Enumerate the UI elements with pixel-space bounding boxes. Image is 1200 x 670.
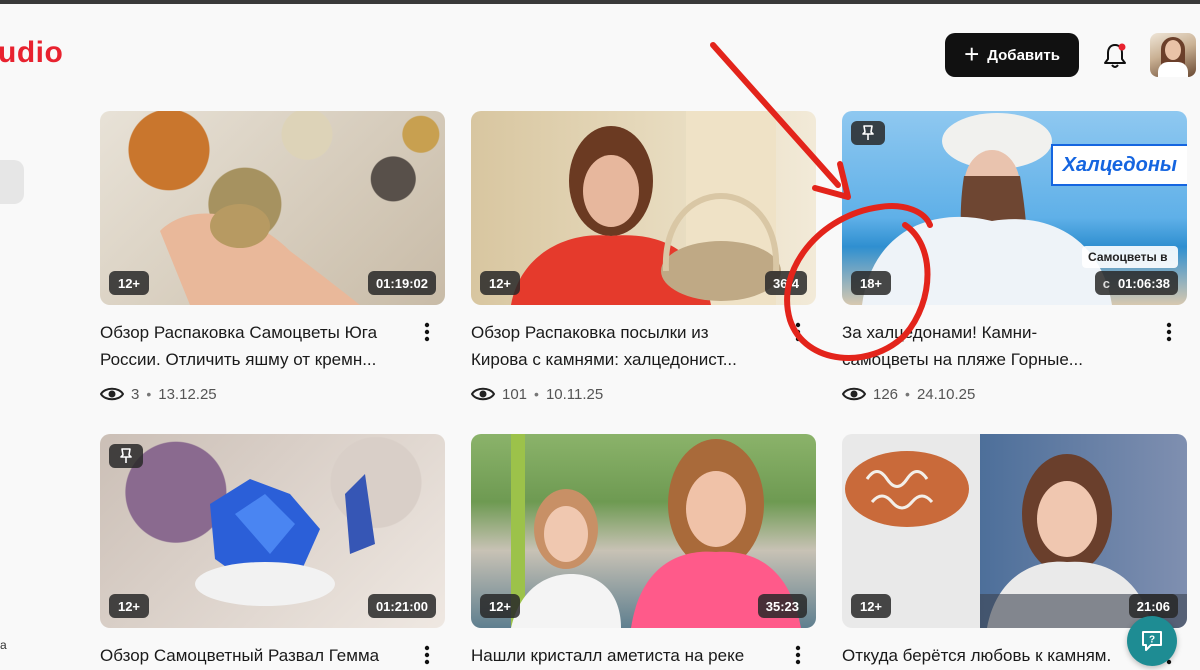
duration-badge: 01:21:00	[367, 594, 436, 618]
chat-help-icon: ?	[1142, 631, 1162, 651]
age-rating-badge: 18+	[851, 271, 891, 295]
kebab-menu-icon[interactable]	[786, 643, 810, 667]
add-button[interactable]: + Добавить	[945, 33, 1079, 77]
kebab-menu-icon[interactable]	[1157, 320, 1181, 344]
age-rating-badge: 12+	[851, 594, 891, 618]
video-title-line: Обзор Самоцветный Развал Гемма	[100, 646, 380, 665]
thumbnail-caption-small: Самоцветы в	[1082, 246, 1178, 268]
video-thumbnail[interactable]: 12+ 01:21:00	[100, 434, 445, 628]
age-rating-badge: 12+	[480, 594, 520, 618]
video-thumbnail[interactable]: 12+ 01:19:02	[100, 111, 445, 305]
video-thumbnail[interactable]: 12+ 21:06	[842, 434, 1187, 628]
video-meta: 3 • 13.12.25	[100, 382, 217, 406]
video-title-line: Обзор Распаковка Самоцветы Юга	[100, 323, 378, 342]
studio-logo[interactable]: udio	[0, 36, 63, 70]
eye-icon	[100, 387, 124, 401]
duration-badge: 01:19:02	[367, 271, 436, 295]
bell-icon[interactable]	[1099, 40, 1131, 72]
svg-text:?: ?	[1149, 635, 1155, 646]
view-count: 101	[502, 385, 528, 403]
publish-date: 24.10.25	[916, 385, 976, 403]
video-meta: 126 • 24.10.25	[842, 382, 975, 406]
add-button-label: Добавить	[987, 46, 1060, 64]
duration-badge: 21:06	[1128, 594, 1178, 618]
video-meta: 101 • 10.11.25	[471, 382, 603, 406]
video-card: 12+ 36:4 Обзор Распаковка посылки из Кир…	[471, 111, 816, 411]
meta-separator: •	[534, 386, 539, 402]
video-card: 12+ 35:23 Нашли кристалл аметиста на рек…	[471, 434, 816, 670]
video-title[interactable]: За халцедонами! Камни- самоцветы на пляж…	[842, 319, 1152, 373]
view-count: 3	[131, 385, 140, 403]
video-title[interactable]: Обзор Самоцветный Развал Гемма	[100, 642, 410, 669]
view-count: 126	[873, 385, 899, 403]
duration-badge: 36:4	[764, 271, 807, 295]
sidebar-active-item[interactable]	[0, 160, 24, 204]
eye-icon	[471, 387, 495, 401]
kebab-menu-icon[interactable]	[415, 320, 439, 344]
pin-icon	[120, 448, 132, 463]
age-rating-badge: 12+	[480, 271, 520, 295]
kebab-menu-icon[interactable]	[786, 320, 810, 344]
video-title-line: самоцветы на пляже Горные...	[842, 350, 1083, 369]
video-thumbnail[interactable]: Халцедоны Самоцветы в 18+ с 01:06:38	[842, 111, 1187, 305]
video-title[interactable]: Обзор Распаковка Самоцветы Юга России. О…	[100, 319, 410, 373]
help-chat-button[interactable]: ?	[1127, 616, 1177, 666]
duration-badge: с 01:06:38	[1094, 271, 1178, 295]
video-card: 12+ 01:19:02 Обзор Распаковка Самоцветы …	[100, 111, 445, 411]
video-title[interactable]: Нашли кристалл аметиста на реке	[471, 642, 781, 669]
age-rating-badge: 12+	[109, 271, 149, 295]
video-thumbnail[interactable]: 12+ 36:4	[471, 111, 816, 305]
video-title-line: Кирова с камнями: халцедонист...	[471, 350, 737, 369]
meta-separator: •	[146, 386, 152, 402]
video-title-line: Нашли кристалл аметиста на реке	[471, 646, 745, 665]
duration-text: 01:06:38	[1117, 275, 1170, 291]
publish-date: 13.12.25	[158, 385, 217, 403]
video-card: 12+ 01:21:00 Обзор Самоцветный Развал Ге…	[100, 434, 445, 670]
video-title-line: Откуда берётся любовь к камням.	[842, 646, 1112, 665]
video-title[interactable]: Откуда берётся любовь к камням.	[842, 642, 1152, 669]
pin-badge	[109, 444, 143, 468]
video-card: Халцедоны Самоцветы в 18+ с 01:06:38 За …	[842, 111, 1187, 411]
kebab-menu-icon[interactable]	[415, 643, 439, 667]
duration-badge: 35:23	[757, 594, 807, 618]
video-title-line: Обзор Распаковка посылки из	[471, 323, 709, 342]
pin-icon	[862, 125, 874, 140]
video-title[interactable]: Обзор Распаковка посылки из Кирова с кам…	[471, 319, 781, 373]
age-rating-badge: 12+	[109, 594, 149, 618]
plus-icon: +	[964, 38, 980, 69]
video-title-line: За халцедонами! Камни-	[842, 323, 1038, 342]
thumbnail-caption: Халцедоны	[1050, 144, 1187, 186]
pin-badge	[851, 121, 885, 145]
publish-date: 10.11.25	[545, 385, 604, 403]
thumbnail-caption-fragment: с	[1102, 275, 1110, 291]
top-border	[0, 0, 1200, 4]
eye-icon	[842, 387, 866, 401]
video-thumbnail[interactable]: 12+ 35:23	[471, 434, 816, 628]
meta-separator: •	[905, 386, 910, 402]
avatar[interactable]	[1150, 33, 1196, 77]
video-title-line: России. Отличить яшму от кремн...	[100, 350, 377, 369]
notification-dot	[1118, 43, 1126, 51]
sidebar-label-fragment: а	[0, 638, 7, 652]
